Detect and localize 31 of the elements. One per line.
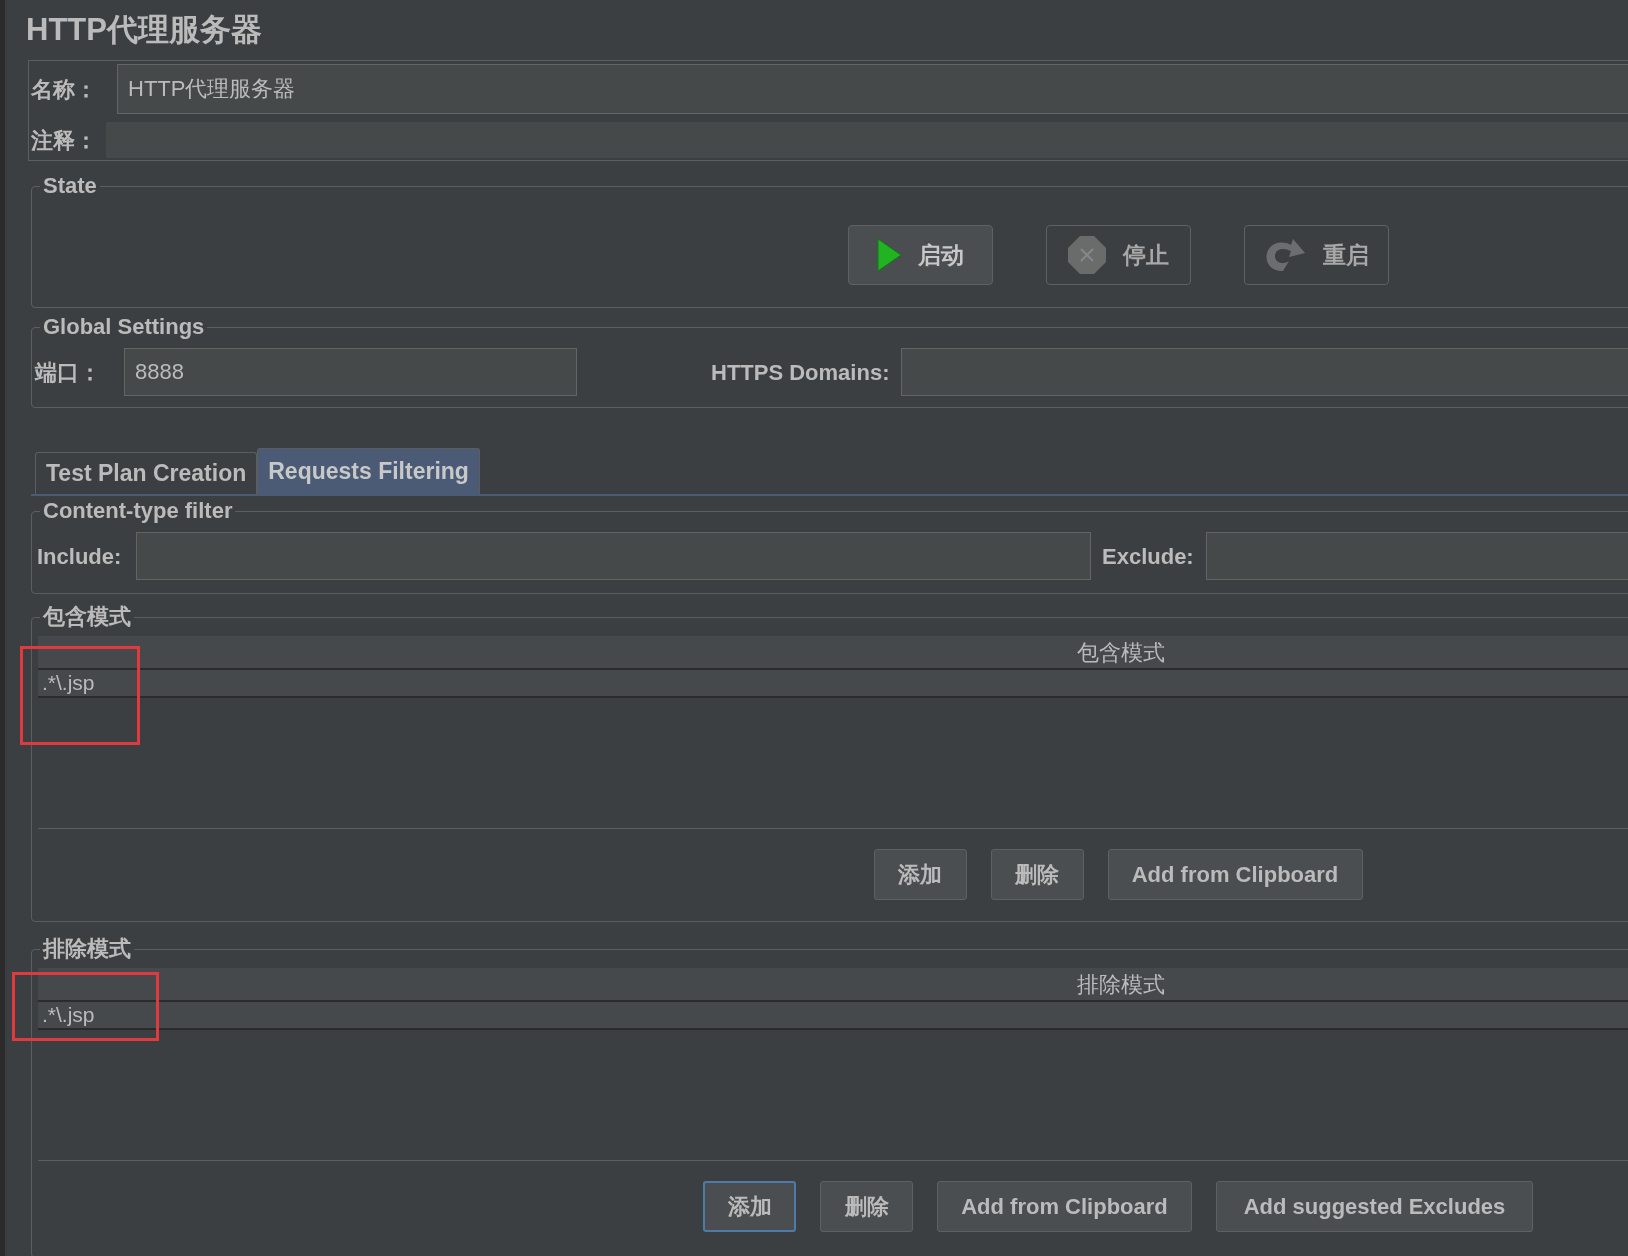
stop-icon — [1067, 235, 1107, 275]
field-label: 注释： — [30, 126, 98, 155]
group-title: State — [42, 175, 98, 197]
play-icon — [876, 238, 902, 272]
panel-title: HTTP代理服务器 — [26, 10, 262, 49]
column-header: 包含模式 — [38, 636, 1628, 670]
pattern-button[interactable]: Add from Clipboard — [1107, 849, 1363, 900]
pattern-button[interactable]: 删除 — [990, 849, 1084, 900]
pattern-button[interactable]: Add suggested Excludes — [1216, 1181, 1533, 1232]
field-label: 名称： — [30, 75, 98, 104]
pattern-button[interactable]: 添加 — [873, 849, 967, 900]
table-row[interactable]: .*\.jsp — [38, 1002, 1628, 1030]
column-header: 排除模式 — [38, 968, 1628, 1002]
name-input[interactable]: HTTP代理服务器 — [117, 64, 1628, 114]
group-title: 包含模式 — [41, 606, 132, 628]
pattern-button[interactable]: 删除 — [820, 1181, 913, 1232]
include-input[interactable] — [136, 532, 1091, 580]
group-title: 排除模式 — [41, 938, 132, 960]
group-title: Global Settings — [42, 316, 206, 338]
field-label: HTTPS Domains: — [711, 358, 890, 387]
tab[interactable]: Test Plan Creation — [35, 452, 258, 494]
tab[interactable]: Requests Filtering — [257, 448, 480, 494]
field-label: Include: — [36, 542, 123, 571]
group-title: Content-type filter — [42, 500, 234, 522]
port-input[interactable]: 8888 — [124, 348, 577, 396]
field-label: 端口： — [33, 358, 102, 387]
state-button[interactable]: 启动 — [847, 225, 993, 285]
field-label: Exclude: — [1102, 542, 1194, 571]
pattern-button[interactable]: Add from Clipboard — [937, 1181, 1192, 1232]
pattern-button[interactable]: 添加 — [703, 1181, 796, 1232]
table-row[interactable]: .*\.jsp — [38, 670, 1628, 698]
